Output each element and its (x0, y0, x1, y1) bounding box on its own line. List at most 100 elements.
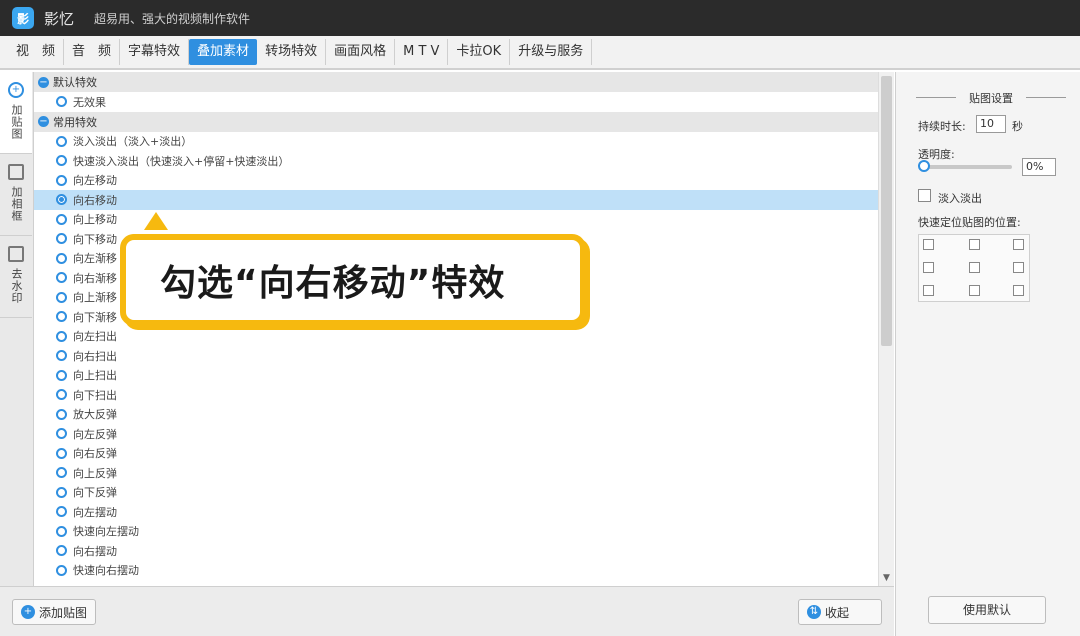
effect-label: 向右反弹 (73, 447, 117, 461)
position-middle-right[interactable] (1013, 262, 1024, 273)
radio-icon (56, 213, 67, 225)
menu-item-subtitle-effects[interactable]: 字幕特效 (120, 39, 190, 65)
position-top-center[interactable] (969, 239, 980, 250)
effect-item[interactable]: 向上扫出 (34, 366, 878, 386)
position-bottom-right[interactable] (1013, 285, 1024, 296)
callout-text: 勾选“向右移动”特效 (160, 263, 506, 304)
tab-add-sticker[interactable]: + 加贴图 (0, 72, 32, 154)
effect-item[interactable]: 淡入淡出（淡入+淡出） (34, 132, 878, 152)
effect-item[interactable]: 放大反弹 (34, 405, 878, 425)
radio-icon (56, 564, 67, 576)
collect-label: 收起 (825, 605, 850, 620)
sticker-settings-panel: 贴图设置 持续时长: 10 秒 透明度: 0% 淡入淡出 快速定位贴图的位置: … (895, 72, 1080, 636)
tab-remove-watermark[interactable]: 去水印 (0, 236, 32, 318)
collapse-icon: − (38, 76, 49, 88)
effect-label: 向右渐移 (73, 271, 117, 285)
opacity-slider[interactable] (924, 165, 1012, 169)
group-header-default[interactable]: − 默认特效 (34, 72, 878, 92)
effect-label: 向左移动 (73, 174, 117, 188)
position-center[interactable] (969, 262, 980, 273)
effect-label: 快速向右摆动 (73, 564, 139, 578)
effect-label: 向右移动 (73, 193, 117, 207)
menu-item-picture-style[interactable]: 画面风格 (326, 39, 396, 65)
position-top-left[interactable] (923, 239, 934, 250)
effect-label: 向下反弹 (73, 486, 117, 500)
effect-label: 向下扫出 (73, 388, 117, 402)
effect-item[interactable]: 向下扫出 (34, 385, 878, 405)
tab-label: 加相框 (10, 186, 23, 222)
duration-input[interactable]: 10 (976, 115, 1006, 133)
position-bottom-center[interactable] (969, 285, 980, 296)
radio-icon (56, 96, 67, 108)
effect-item[interactable]: 向左摆动 (34, 502, 878, 522)
duration-unit: 秒 (1012, 120, 1023, 133)
radio-checked-icon (56, 194, 67, 206)
position-middle-left[interactable] (923, 262, 934, 273)
radio-icon (56, 428, 67, 440)
effect-item[interactable]: 向右反弹 (34, 444, 878, 464)
instruction-callout: 勾选“向右移动”特效 (120, 234, 586, 326)
effect-label: 向下渐移 (73, 310, 117, 324)
duration-label: 持续时长: (918, 120, 966, 133)
effect-label: 快速淡入淡出（快速淡入+停留+快速淡出） (73, 154, 290, 168)
chevron-down-icon[interactable]: ▼ (881, 572, 892, 584)
effect-label: 向左扫出 (73, 330, 117, 344)
effect-label: 向右扫出 (73, 349, 117, 363)
effect-label: 向上扫出 (73, 369, 117, 383)
radio-icon (56, 135, 67, 147)
effect-item[interactable]: 向上反弹 (34, 463, 878, 483)
effect-item-none[interactable]: 无效果 (34, 92, 878, 112)
effect-item[interactable]: 向右摆动 (34, 541, 878, 561)
scroll-thumb[interactable] (881, 76, 892, 346)
menu-item-overlay-material[interactable]: 叠加素材 (189, 39, 258, 65)
opacity-input[interactable]: 0% (1022, 158, 1056, 176)
collapse-icon: − (38, 116, 49, 127)
group-title: 常用特效 (53, 115, 97, 129)
fade-checkbox[interactable] (918, 189, 931, 202)
group-header-common[interactable]: − 常用特效 (34, 111, 878, 132)
radio-icon (56, 272, 67, 284)
menu-item-karaoke[interactable]: 卡拉OK (448, 39, 511, 65)
quick-position-label: 快速定位贴图的位置: (918, 216, 1021, 229)
effect-label: 快速向左摆动 (73, 525, 139, 539)
list-scrollbar[interactable]: ▼ (878, 72, 894, 586)
menu-item-mtv[interactable]: M T V (395, 39, 449, 65)
menu-item-transition-effects[interactable]: 转场特效 (257, 39, 327, 65)
radio-icon (56, 330, 67, 342)
opacity-slider-handle[interactable] (918, 160, 930, 172)
frame-icon (8, 164, 24, 180)
position-grid (918, 234, 1030, 302)
effect-label: 向左反弹 (73, 427, 117, 441)
effect-item[interactable]: 向左反弹 (34, 424, 878, 444)
menu-item-upgrade-service[interactable]: 升级与服务 (510, 39, 593, 65)
effect-label: 向右摆动 (73, 544, 117, 558)
menu-item-audio[interactable]: 音 频 (64, 39, 121, 65)
bottom-bar: + 添加贴图 ⇅ 收起 (0, 586, 894, 636)
title-bar: 影 影忆 超易用、强大的视频制作软件 (0, 0, 1080, 36)
effect-label: 向左摆动 (73, 505, 117, 519)
effect-item[interactable]: 向右扫出 (34, 346, 878, 366)
radio-icon (56, 311, 67, 323)
collect-icon: ⇅ (807, 605, 821, 619)
effect-item[interactable]: 快速向左摆动 (34, 522, 878, 542)
effect-item[interactable]: 快速淡入淡出（快速淡入+停留+快速淡出） (34, 151, 878, 171)
menu-item-video[interactable]: 视 频 (8, 39, 65, 65)
menu-bar: 视 频 音 频 字幕特效 叠加素材 转场特效 画面风格 M T V 卡拉OK 升… (0, 36, 1080, 70)
effect-label: 向上渐移 (73, 291, 117, 305)
effect-label: 向下移动 (73, 232, 117, 246)
callout-arrow (144, 212, 168, 230)
effect-item-selected[interactable]: 向右移动 (34, 190, 878, 210)
tab-add-frame[interactable]: 加相框 (0, 154, 32, 236)
effect-item[interactable]: 快速向右摆动 (34, 561, 878, 581)
radio-icon (56, 408, 67, 420)
effect-item[interactable]: 向下反弹 (34, 483, 878, 503)
tab-label: 去水印 (10, 268, 23, 304)
effect-item[interactable]: 向左移动 (34, 171, 878, 191)
watermark-icon (8, 246, 24, 262)
use-default-button[interactable]: 使用默认 (928, 596, 1046, 624)
position-bottom-left[interactable] (923, 285, 934, 296)
effect-item[interactable]: 向左扫出 (34, 327, 878, 347)
position-top-right[interactable] (1013, 239, 1024, 250)
collect-button[interactable]: ⇅ 收起 (798, 599, 882, 625)
add-sticker-button[interactable]: + 添加贴图 (12, 599, 97, 625)
